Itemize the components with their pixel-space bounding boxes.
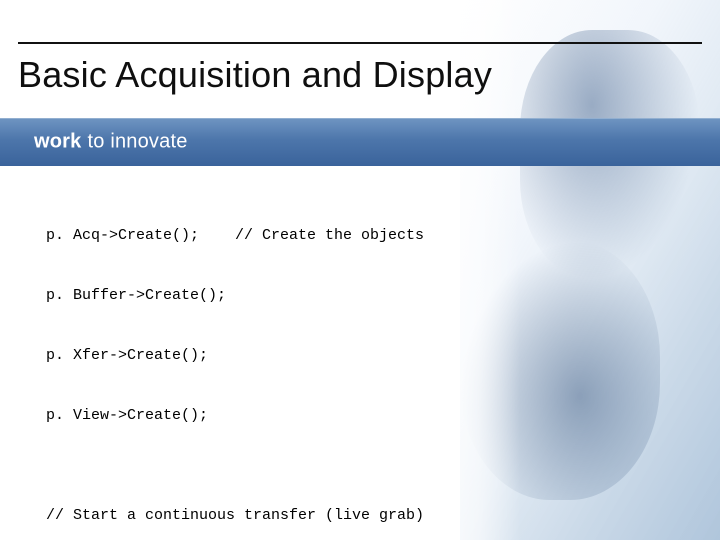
code-line: p. Buffer->Create(); — [46, 286, 460, 306]
divider-top — [18, 42, 702, 44]
brand-band: work to innovate — [0, 118, 720, 166]
code-line: p. Xfer->Create(); — [46, 346, 460, 366]
slide: Basic Acquisition and Display work to inn… — [0, 0, 720, 540]
code-line: p. Acq->Create(); // Create the objects — [46, 226, 460, 246]
brand-tagline-light: to innovate — [87, 131, 187, 153]
slide-title: Basic Acquisition and Display — [18, 54, 492, 96]
code-block: p. Acq->Create(); // Create the objects … — [46, 186, 460, 540]
brand-tagline-bold: work — [34, 131, 81, 153]
code-line: // Start a continuous transfer (live gra… — [46, 506, 460, 526]
brand-tagline: work to innovate — [34, 131, 188, 154]
code-line: p. View->Create(); — [46, 406, 460, 426]
